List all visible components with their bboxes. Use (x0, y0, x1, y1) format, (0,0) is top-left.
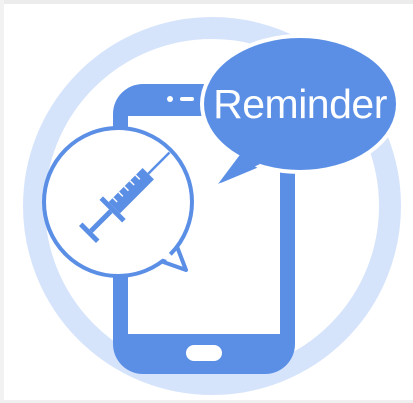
reminder-bubble: Reminder (200, 34, 400, 190)
front-camera (167, 96, 173, 102)
bubble-text: Reminder (213, 81, 387, 127)
reminder-illustration: Reminder (0, 0, 413, 403)
reminder-graphic: Reminder (23, 17, 401, 395)
home-button (186, 345, 222, 361)
earpiece (180, 97, 194, 101)
